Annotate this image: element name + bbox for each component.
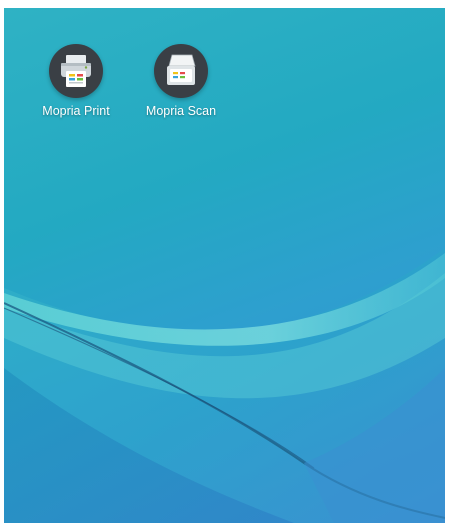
app-label: Mopria Scan (145, 104, 217, 118)
app-label: Mopria Print (42, 104, 110, 118)
app-mopria-scan[interactable]: Mopria Scan (126, 44, 236, 134)
scanner-icon (154, 44, 208, 98)
printer-icon (49, 44, 103, 98)
app-grid: Mopria Print Mopria Scan (4, 8, 445, 523)
app-mopria-print[interactable]: Mopria Print (21, 44, 131, 134)
home-screen: Mopria Print Mopria Scan (4, 8, 445, 523)
